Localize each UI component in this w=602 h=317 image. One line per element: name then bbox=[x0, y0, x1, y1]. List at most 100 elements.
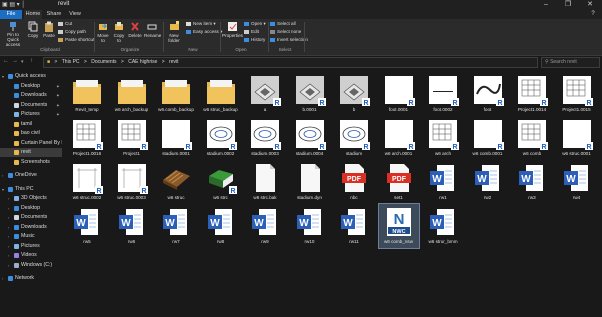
breadcrumb-cae-highrise[interactable]: CAE highrise bbox=[128, 59, 157, 65]
file-item[interactable]: Rstadium.0003 bbox=[245, 116, 285, 160]
nav-item-windows-c[interactable]: › Windows (C:) bbox=[0, 261, 62, 270]
file-item[interactable]: Rb bbox=[334, 72, 374, 116]
breadcrumb-documents[interactable]: Documents bbox=[91, 59, 116, 65]
expand-chevron-icon[interactable]: › bbox=[8, 194, 9, 203]
file-item[interactable]: Rw6 struc.0002 bbox=[67, 160, 107, 204]
copy-button[interactable]: Copy bbox=[26, 21, 40, 38]
file-item[interactable]: w6 struc_backup bbox=[201, 72, 241, 116]
new-item-button[interactable]: New item ▾ bbox=[186, 21, 216, 27]
properties-button[interactable]: Properties bbox=[222, 21, 243, 38]
file-item[interactable]: Rw6 strc bbox=[201, 160, 241, 204]
nav-item-revit[interactable]: revit bbox=[0, 148, 62, 157]
file-item[interactable]: Ra bbox=[245, 72, 285, 116]
tab-share[interactable]: Share bbox=[44, 10, 64, 19]
nav-item-curtain-panel-by-pat[interactable]: Curtain Panel By Pat bbox=[0, 139, 62, 148]
quick-access-toolbar[interactable]: ▣ ▤ ▾ │ bbox=[2, 1, 25, 8]
open-button[interactable]: Open ▾ bbox=[244, 21, 266, 27]
nav-item-tamil[interactable]: tamil bbox=[0, 120, 62, 129]
maximize-button[interactable]: ❐ bbox=[558, 0, 578, 10]
expand-chevron-icon[interactable]: ▾ bbox=[2, 185, 4, 194]
back-arrow-icon[interactable]: ← bbox=[3, 58, 9, 64]
minimize-button[interactable]: – bbox=[536, 0, 556, 10]
nav-item-screenshots[interactable]: Screenshots bbox=[0, 158, 62, 167]
search-box[interactable]: ⚲ Search revit bbox=[541, 57, 600, 68]
history-button[interactable]: History bbox=[244, 37, 265, 42]
file-item[interactable]: Wrw4 bbox=[557, 160, 597, 204]
file-item[interactable]: w6 strc.bak bbox=[245, 160, 285, 204]
file-item[interactable]: PDF set1 bbox=[379, 160, 419, 204]
nav-item-downloads[interactable]: Downloads ✦ bbox=[0, 91, 62, 100]
file-item[interactable]: Wrw11 bbox=[334, 204, 374, 248]
nav-item-network[interactable]: › Network bbox=[0, 274, 62, 283]
expand-chevron-icon[interactable]: ▾ bbox=[2, 72, 4, 81]
file-item[interactable]: Rfoot bbox=[468, 72, 508, 116]
nav-item-onedrive[interactable]: › OneDrive bbox=[0, 171, 62, 180]
recent-chevron-icon[interactable]: ▾ bbox=[21, 59, 24, 65]
forward-arrow-icon[interactable]: → bbox=[12, 58, 18, 64]
expand-chevron-icon[interactable]: › bbox=[8, 261, 9, 270]
file-item[interactable]: w6.comb_backup bbox=[156, 72, 196, 116]
address-bar[interactable]: ■ > This PC > Documents > CAE highrise >… bbox=[43, 57, 538, 68]
edit-button[interactable]: Edit bbox=[244, 29, 259, 34]
file-item[interactable]: R Project1.0016 bbox=[67, 116, 107, 160]
expand-chevron-icon[interactable]: › bbox=[8, 242, 9, 251]
rename-button[interactable]: Rename bbox=[144, 21, 161, 38]
breadcrumb-revit[interactable]: revit bbox=[169, 59, 178, 65]
easy-access-button[interactable]: Easy access ▾ bbox=[186, 29, 222, 35]
help-icon[interactable]: ? bbox=[586, 10, 600, 19]
breadcrumb-this-pc[interactable]: This PC bbox=[62, 59, 80, 65]
paste-shortcut-button[interactable]: Paste shortcut bbox=[58, 37, 94, 42]
tab-view[interactable]: View bbox=[66, 10, 84, 19]
file-item[interactable]: Wrw5 bbox=[67, 204, 107, 248]
file-item[interactable]: Revit_temp bbox=[67, 72, 107, 116]
move-to-button[interactable]: Move to bbox=[96, 21, 110, 43]
file-item[interactable]: Wrw2 bbox=[468, 160, 508, 204]
nav-item-3d-objects[interactable]: › 3D Objects bbox=[0, 194, 62, 203]
file-item[interactable]: stadium.dyn bbox=[290, 160, 330, 204]
nav-item-desktop[interactable]: › Desktop bbox=[0, 204, 62, 213]
file-item[interactable]: Rstadium.0004 bbox=[290, 116, 330, 160]
file-item[interactable]: Wrw1 bbox=[423, 160, 463, 204]
nav-item-music[interactable]: › Music bbox=[0, 232, 62, 241]
close-button[interactable]: ✕ bbox=[580, 0, 600, 10]
file-item[interactable]: R Project1 bbox=[112, 116, 152, 160]
expand-chevron-icon[interactable]: › bbox=[8, 213, 9, 222]
file-item[interactable]: Rstadium.0002 bbox=[201, 116, 241, 160]
copy-to-button[interactable]: Copy to bbox=[112, 21, 126, 43]
copy-path-button[interactable]: Copy path bbox=[58, 29, 86, 34]
file-item[interactable]: Wrw9 bbox=[245, 204, 285, 248]
delete-button[interactable]: Delete bbox=[128, 21, 142, 38]
tab-file[interactable]: File bbox=[0, 10, 22, 19]
nav-item-bao-civil[interactable]: bao civil bbox=[0, 129, 62, 138]
file-item[interactable]: Rstadium bbox=[334, 116, 374, 160]
nav-item-documents[interactable]: Documents ✦ bbox=[0, 101, 62, 110]
file-item[interactable]: PDF nbc bbox=[334, 160, 374, 204]
nav-item-quick-access[interactable]: ▾ Quick access bbox=[0, 72, 62, 81]
file-item[interactable]: N NWC w6 comb_nsw bbox=[377, 203, 420, 249]
nav-item-this-pc[interactable]: ▾ This PC bbox=[0, 185, 62, 194]
new-folder-button[interactable]: New folder bbox=[165, 21, 183, 43]
nav-item-downloads[interactable]: › Downloads bbox=[0, 223, 62, 232]
file-item[interactable]: Ww6 strur_bmm bbox=[423, 204, 463, 248]
up-arrow-icon[interactable]: ↑ bbox=[30, 58, 33, 64]
file-item[interactable]: w6 arch_backup bbox=[112, 72, 152, 116]
file-item[interactable]: R Project1.0015 bbox=[557, 72, 597, 116]
select-all-button[interactable]: Select all bbox=[270, 21, 296, 26]
file-item[interactable]: Wrw7 bbox=[156, 204, 196, 248]
select-none-button[interactable]: Select none bbox=[270, 29, 301, 34]
file-item[interactable]: Wrw8 bbox=[201, 204, 241, 248]
nav-item-documents[interactable]: › Documents bbox=[0, 213, 62, 222]
expand-chevron-icon[interactable]: › bbox=[8, 204, 9, 213]
file-item[interactable]: Rw6 comb bbox=[512, 116, 552, 160]
nav-item-desktop[interactable]: Desktop ✦ bbox=[0, 82, 62, 91]
nav-item-pictures[interactable]: Pictures ✦ bbox=[0, 110, 62, 119]
file-item[interactable]: Rw6 struc.0003 bbox=[112, 160, 152, 204]
expand-chevron-icon[interactable]: › bbox=[8, 223, 9, 232]
file-item[interactable]: R Project1.0014 bbox=[512, 72, 552, 116]
nav-item-pictures[interactable]: › Pictures bbox=[0, 242, 62, 251]
file-item[interactable]: Rw6 comb.0001 bbox=[468, 116, 508, 160]
expand-chevron-icon[interactable]: › bbox=[2, 274, 3, 283]
file-item[interactable]: Rfoot.0002 bbox=[423, 72, 463, 116]
file-item[interactable]: Rfoot.0001 bbox=[379, 72, 419, 116]
file-item[interactable]: Rw6 struc.0001 bbox=[557, 116, 597, 160]
